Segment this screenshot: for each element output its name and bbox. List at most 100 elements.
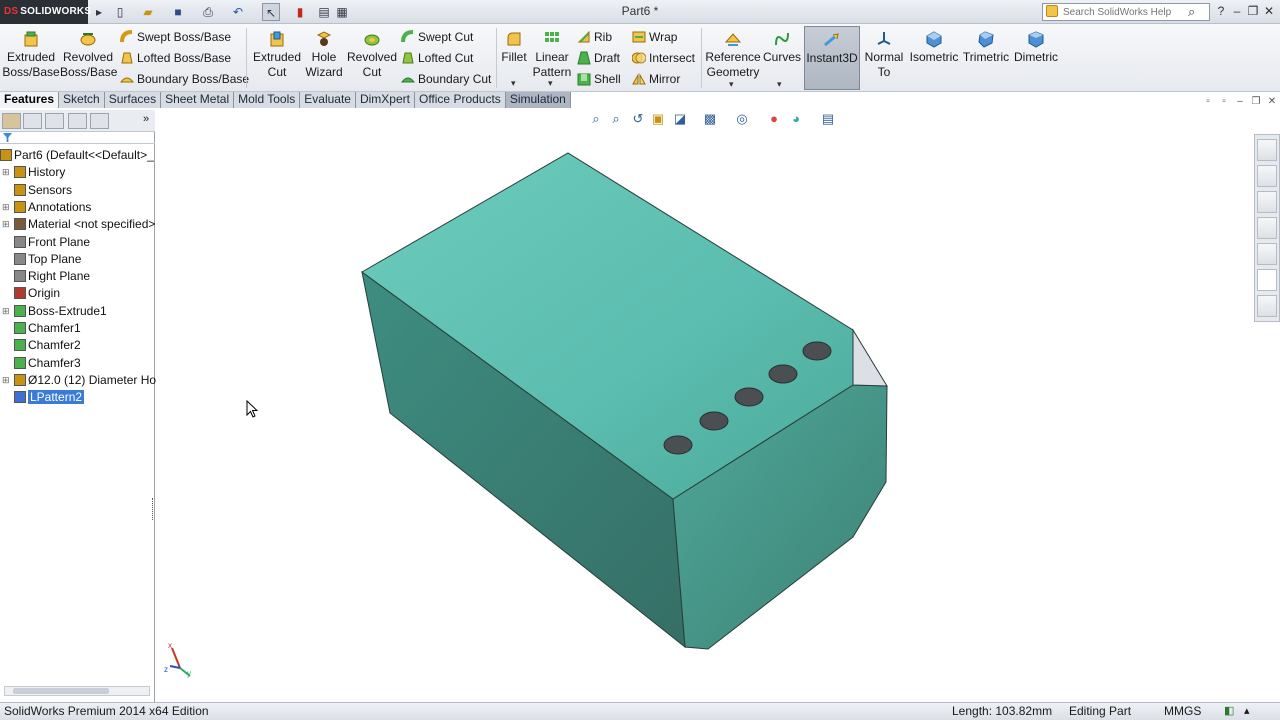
graphics-area[interactable]: x y z <box>156 110 1254 702</box>
rib-button[interactable]: Rib <box>577 28 612 46</box>
hide-show-items-icon[interactable]: ◎ <box>734 111 750 127</box>
tree-item-material[interactable]: Material <not specified> <box>14 216 155 232</box>
view-palette-icon[interactable] <box>1257 217 1277 239</box>
display-manager-tab[interactable] <box>90 113 109 129</box>
dimetric-button[interactable]: Dimetric <box>1012 30 1060 65</box>
tree-item-front-plane[interactable]: Front Plane <box>14 234 90 250</box>
zoom-to-fit-icon[interactable]: ⌕ <box>588 111 604 127</box>
expand-icon[interactable]: ⊞ <box>2 372 10 388</box>
search-icon[interactable]: ⌕ <box>1188 4 1195 20</box>
tree-item-sensors[interactable]: Sensors <box>14 182 72 198</box>
pattern-dropdown-icon[interactable]: ▾ <box>548 78 553 89</box>
feature-manager-tab[interactable] <box>2 113 21 129</box>
wrap-button[interactable]: Wrap <box>632 28 677 46</box>
view-settings-icon[interactable]: ▤ <box>820 111 836 127</box>
zoom-to-area-icon[interactable]: ⌕ <box>608 111 624 127</box>
edit-appearance-icon[interactable]: ● <box>766 111 782 127</box>
tree-item-history[interactable]: History <box>14 164 65 180</box>
viewport-restore-icon[interactable]: ❐ <box>1250 96 1262 108</box>
draft-button[interactable]: Draft <box>577 49 620 67</box>
tree-item-origin[interactable]: Origin <box>14 285 60 301</box>
curves-button[interactable]: Curves <box>762 30 802 65</box>
intersect-button[interactable]: Intersect <box>632 49 695 67</box>
rebuild-icon[interactable]: ▮ <box>294 3 306 21</box>
boundary-cut-button[interactable]: Boundary Cut <box>401 70 491 88</box>
hole[interactable] <box>699 411 729 431</box>
tree-item-boss-extrude1[interactable]: Boss-Extrude1 <box>14 303 107 319</box>
normal-to-button[interactable]: Normal To <box>862 30 906 80</box>
scrollbar-thumb[interactable] <box>13 688 109 694</box>
revolved-boss-button[interactable]: Revolved Boss/Base <box>60 30 117 80</box>
horizontal-scrollbar[interactable] <box>4 686 150 696</box>
tab-mold-tools[interactable]: Mold Tools <box>234 92 301 108</box>
reference-geometry-button[interactable]: Reference Geometry <box>704 30 762 80</box>
tree-item-annotations[interactable]: Annotations <box>14 199 91 215</box>
hole-wizard-button[interactable]: Hole Wizard <box>302 30 346 80</box>
lofted-boss-button[interactable]: Lofted Boss/Base <box>120 49 231 67</box>
menu-arrow-icon[interactable]: ▸ <box>92 3 106 21</box>
isometric-button[interactable]: Isometric <box>908 30 960 65</box>
extruded-cut-button[interactable]: Extruded Cut <box>250 30 304 80</box>
tab-sketch[interactable]: Sketch <box>59 92 105 108</box>
tab-sheet-metal[interactable]: Sheet Metal <box>161 92 235 108</box>
viewport-close-icon[interactable]: ✕ <box>1266 96 1278 108</box>
tree-item-chamfer2[interactable]: Chamfer2 <box>14 337 81 353</box>
tab-features[interactable]: Features <box>0 92 60 108</box>
custom-properties-icon[interactable] <box>1257 269 1277 291</box>
open-folder-icon[interactable]: ▰ <box>140 3 156 21</box>
extruded-boss-button[interactable]: Extruded Boss/Base <box>2 30 60 80</box>
display-style-icon[interactable]: ▩ <box>702 111 718 127</box>
expand-icon[interactable]: ⊞ <box>2 303 10 319</box>
appearances-icon[interactable] <box>1257 243 1277 265</box>
revolved-cut-button[interactable]: Revolved Cut <box>346 30 398 80</box>
previous-view-icon[interactable]: ↺ <box>630 111 646 127</box>
expand-icon[interactable]: ⊞ <box>2 164 10 180</box>
save-icon[interactable]: ■ <box>170 3 186 21</box>
apply-scene-icon[interactable]: ◕ <box>788 111 804 127</box>
viewport-minimize-icon[interactable]: – <box>1234 96 1246 108</box>
tab-evaluate[interactable]: Evaluate <box>300 92 356 108</box>
tree-item-part-root[interactable]: Part6 (Default<<Default>_ <box>0 147 154 163</box>
fillet-dropdown-icon[interactable]: ▾ <box>511 78 516 89</box>
file-explorer-icon[interactable] <box>1257 191 1277 213</box>
print-icon[interactable]: ⎙ <box>200 3 216 21</box>
undo-icon[interactable]: ↶ <box>230 3 246 21</box>
curves-dropdown-icon[interactable]: ▾ <box>777 79 782 90</box>
new-document-icon[interactable]: ▯ <box>112 3 128 21</box>
close-icon[interactable]: ✕ <box>1260 2 1278 20</box>
tab-dimxpert[interactable]: DimXpert <box>355 92 415 108</box>
expand-icon[interactable]: ⊞ <box>2 199 10 215</box>
hole[interactable] <box>768 364 798 384</box>
tab-simulation[interactable]: Simulation <box>505 92 571 108</box>
tree-filter[interactable] <box>0 132 155 144</box>
hole[interactable] <box>663 435 693 455</box>
instant3d-button[interactable]: Instant3D <box>804 26 860 90</box>
fillet-button[interactable]: Fillet <box>500 30 528 65</box>
tree-item-chamfer3[interactable]: Chamfer3 <box>14 355 81 371</box>
select-icon[interactable]: ↖ <box>262 3 280 21</box>
design-library-icon[interactable] <box>1257 165 1277 187</box>
hole[interactable] <box>734 387 764 407</box>
tab-surfaces[interactable]: Surfaces <box>104 92 162 108</box>
recovery-icon[interactable] <box>1257 295 1277 317</box>
file-properties-icon[interactable]: ▤ <box>316 3 332 21</box>
model-view[interactable]: x y z <box>156 110 1254 702</box>
solidworks-resources-icon[interactable] <box>1257 139 1277 161</box>
expand-icon[interactable]: ⊞ <box>2 216 10 232</box>
swept-cut-button[interactable]: Swept Cut <box>401 28 473 46</box>
tree-item-top-plane[interactable]: Top Plane <box>14 251 81 267</box>
mirror-button[interactable]: Mirror <box>632 70 680 88</box>
help-search-input[interactable] <box>1042 3 1210 21</box>
status-dropdown-icon[interactable]: ▴ <box>1244 703 1250 720</box>
tree-item-chamfer1[interactable]: Chamfer1 <box>14 320 81 336</box>
linear-pattern-button[interactable]: Linear Pattern <box>530 30 574 80</box>
shell-button[interactable]: Shell <box>577 70 621 88</box>
model-chamfer-face[interactable] <box>852 328 888 387</box>
hole[interactable] <box>802 341 832 361</box>
boundary-boss-button[interactable]: Boundary Boss/Base <box>120 70 249 88</box>
viewport-split-icon[interactable]: ▫ <box>1202 96 1214 108</box>
solidworks-logo[interactable]: DS SOLIDWORKS <box>0 0 91 24</box>
view-orientation-icon[interactable]: ◪ <box>672 111 688 127</box>
trimetric-button[interactable]: Trimetric <box>962 30 1010 65</box>
tree-item-lpattern2[interactable]: LPattern2 <box>14 389 86 405</box>
